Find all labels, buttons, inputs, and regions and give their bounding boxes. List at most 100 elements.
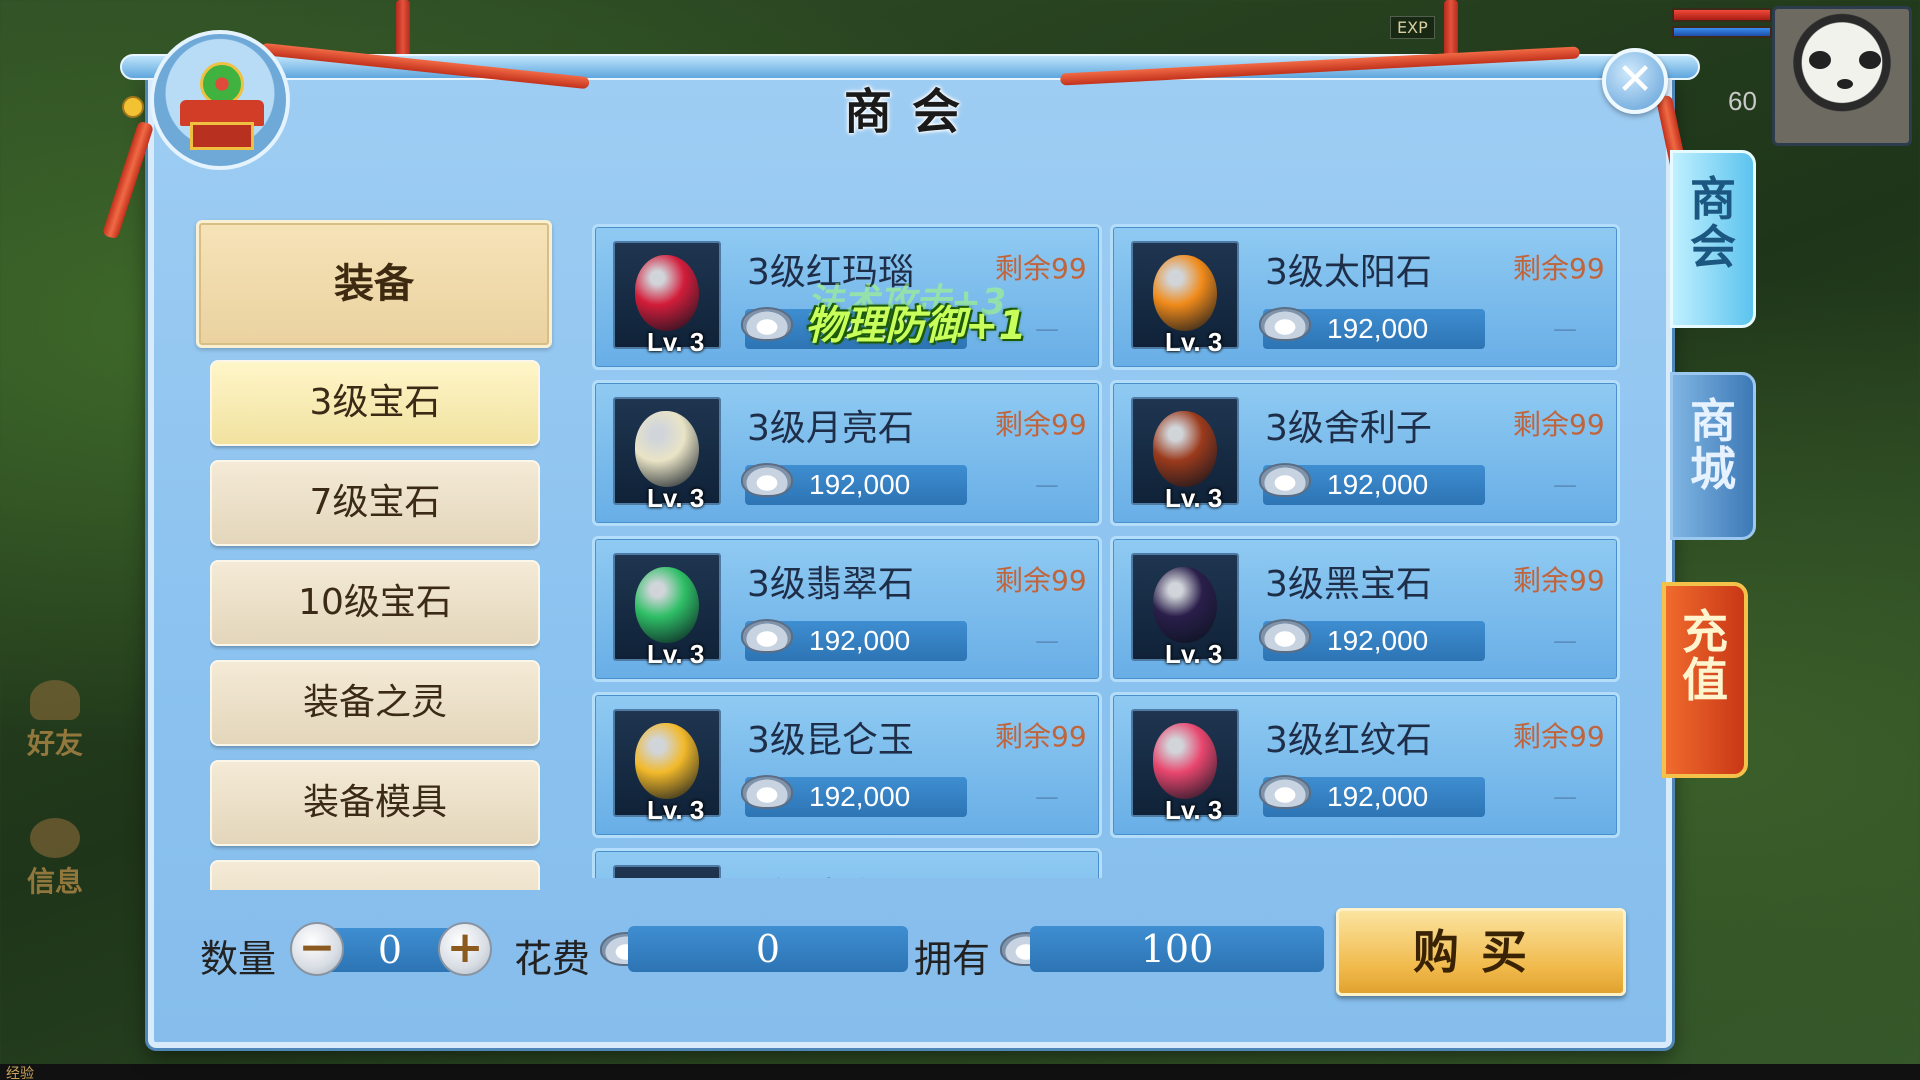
guild-shop-emblem-icon (150, 30, 290, 170)
silver-ingot-icon (1259, 619, 1311, 653)
item-name: 3级太阳石 (1265, 252, 1432, 293)
item-dash: — (1035, 627, 1059, 655)
item-card[interactable]: Lv. 33级法秘石剩余99192,000— (592, 848, 1102, 878)
subcategory-item[interactable]: 7级宝石 (210, 460, 540, 546)
gem-shape (635, 567, 699, 643)
messages-button[interactable]: 信息 (18, 818, 92, 900)
gem-icon: Lv. 3 (613, 865, 721, 878)
tassel-decoration (101, 120, 155, 240)
silver-ingot-icon (1259, 307, 1311, 341)
tab-guild-shop[interactable]: 商会 (1670, 150, 1756, 328)
decrease-quantity-button[interactable]: − (290, 922, 344, 976)
category-equipment[interactable]: 装备 (196, 220, 552, 348)
item-level: Lv. 3 (647, 795, 705, 825)
subcategory-item[interactable] (210, 860, 540, 890)
gem-shape (635, 723, 699, 799)
item-remaining: 剩余99 (995, 252, 1087, 285)
subcategory-item[interactable]: 10级宝石 (210, 560, 540, 646)
item-card[interactable]: Lv. 3 3级翡翠石 剩余99 192,000— (592, 536, 1102, 682)
gem-icon: Lv. 3 (613, 709, 721, 825)
item-dash: — (1553, 783, 1577, 811)
gem-shape (1153, 411, 1217, 487)
increase-quantity-button[interactable]: + (438, 922, 492, 976)
silver-ingot-icon (741, 619, 793, 653)
item-level: Lv. 3 (1165, 639, 1223, 669)
item-dash: — (1035, 783, 1059, 811)
floating-effect-text: 物理防御+1 (805, 303, 1027, 349)
item-remaining: 剩余99 (1513, 252, 1605, 285)
item-card[interactable]: Lv. 3 3级黑宝石 剩余99 192,000— (1110, 536, 1620, 682)
quantity-label: 数量 (200, 937, 277, 981)
cost-label: 花费 (514, 937, 591, 981)
friends-button[interactable]: 好友 (18, 680, 92, 762)
tab-mall[interactable]: 商城 (1670, 372, 1756, 540)
item-dash: — (1553, 627, 1577, 655)
item-name: 3级翡翠石 (747, 564, 914, 605)
item-card[interactable]: Lv. 3 3级昆仑玉 剩余99 192,000— (592, 692, 1102, 838)
subcategory-item[interactable]: 3级宝石 (210, 360, 540, 446)
hp-bar (1672, 8, 1772, 22)
item-name: 3级月亮石 (747, 408, 914, 449)
item-card[interactable]: Lv. 3 3级月亮石 剩余99 192,000— (592, 380, 1102, 526)
owned-label: 拥有 (914, 937, 991, 981)
item-level: Lv. 3 (647, 327, 705, 357)
item-remaining: 剩余99 (1513, 408, 1605, 441)
exp-label: 经验 (6, 1066, 34, 1080)
item-name: 3级舍利子 (1265, 408, 1432, 449)
gem-shape (1153, 255, 1217, 331)
messages-label: 信息 (26, 865, 83, 898)
silver-ingot-icon (1259, 775, 1311, 809)
gem-icon: Lv. 3 (1131, 553, 1239, 669)
item-remaining: 剩余99 (1513, 720, 1605, 753)
item-level: Lv. 3 (1165, 327, 1223, 357)
page-title: 商会 (843, 84, 980, 140)
gem-icon: Lv. 3 (613, 397, 721, 513)
item-remaining: 剩余99 (995, 564, 1087, 597)
friends-label: 好友 (26, 727, 83, 760)
item-card[interactable]: Lv. 3 3级太阳石 剩余99 192,000— (1110, 224, 1620, 370)
silver-ingot-icon (1259, 463, 1311, 497)
close-button[interactable]: ✕ (1602, 48, 1668, 114)
buy-button[interactable]: 购买 (1336, 908, 1626, 996)
gem-icon: Lv. 3 (613, 241, 721, 357)
item-level: Lv. 3 (1165, 795, 1223, 825)
tab-recharge[interactable]: 充值 (1662, 582, 1748, 778)
item-level: Lv. 3 (1165, 483, 1223, 513)
item-dash: — (1553, 315, 1577, 343)
item-name: 3级红纹石 (1265, 720, 1432, 761)
item-dash: — (1553, 471, 1577, 499)
gem-shape (1153, 723, 1217, 799)
gem-icon: Lv. 3 (1131, 241, 1239, 357)
exp-tag: EXP (1390, 16, 1435, 39)
item-level: Lv. 3 (647, 639, 705, 669)
item-level: Lv. 3 (647, 483, 705, 513)
gem-icon: Lv. 3 (1131, 397, 1239, 513)
subcategory-item[interactable]: 装备之灵 (210, 660, 540, 746)
gem-icon: Lv. 3 (613, 553, 721, 669)
item-card[interactable]: Lv. 3 3级红纹石 剩余99 192,000— (1110, 692, 1620, 838)
item-card[interactable]: Lv. 3 3级舍利子 剩余99 192,000— (1110, 380, 1620, 526)
silver-ingot-icon (741, 463, 793, 497)
friends-icon (30, 680, 80, 720)
subcategory-list: 3级宝石 7级宝石 10级宝石 装备之灵 装备模具 (210, 360, 540, 890)
chat-bubble-icon (30, 818, 80, 858)
item-name: 3级黑宝石 (1265, 564, 1432, 605)
gem-icon: Lv. 3 (1131, 709, 1239, 825)
item-name: 3级法秘石 (747, 867, 914, 878)
exp-bar: 经验 (0, 1064, 1920, 1080)
silver-ingot-icon (741, 775, 793, 809)
gem-shape (1153, 567, 1217, 643)
owned-value: 100 (1030, 926, 1324, 972)
player-avatar[interactable] (1772, 6, 1912, 146)
gem-shape (635, 255, 699, 331)
subcategory-item[interactable]: 装备模具 (210, 760, 540, 846)
item-dash: — (1035, 471, 1059, 499)
bell-icon (122, 96, 144, 118)
item-card[interactable]: Lv. 3 3级红玛瑙 剩余99 192,000— 法术攻击+3 物理防御+1 (592, 224, 1102, 370)
item-remaining: 剩余99 (995, 720, 1087, 753)
item-name: 3级昆仑玉 (747, 720, 914, 761)
silver-ingot-icon (741, 307, 793, 341)
gem-shape (635, 411, 699, 487)
item-dash: — (1035, 315, 1059, 343)
mp-bar (1672, 26, 1772, 38)
